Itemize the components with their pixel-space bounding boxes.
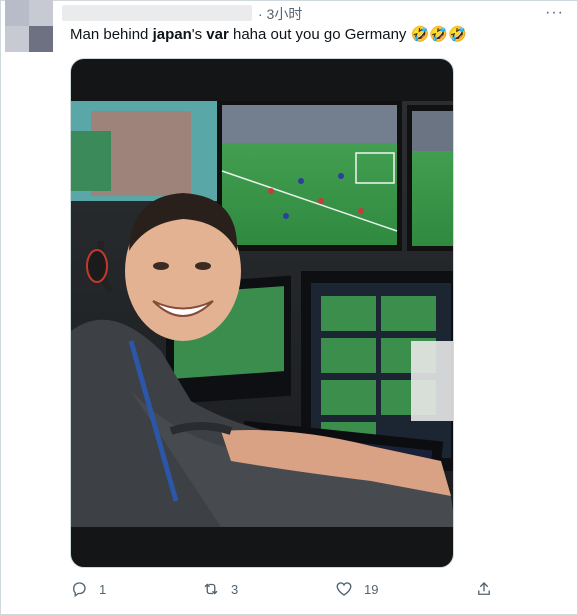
- text-segment: 's: [191, 26, 207, 43]
- tweet-text: Man behind japan's var haha out you go G…: [70, 25, 467, 45]
- retweet-button[interactable]: 3: [202, 580, 238, 598]
- avatar[interactable]: [5, 0, 53, 52]
- more-icon[interactable]: ···: [545, 4, 564, 22]
- retweet-icon: [204, 583, 218, 595]
- avatar-pixel: [5, 0, 29, 26]
- tweet-image[interactable]: [70, 58, 454, 568]
- share-button[interactable]: [475, 580, 493, 598]
- reply-count: 1: [99, 581, 107, 597]
- retweet-count: 3: [231, 581, 239, 597]
- hashtag-like-bold: japan: [152, 26, 192, 43]
- like-button[interactable]: 19: [335, 580, 378, 598]
- redacted-username[interactable]: [62, 5, 252, 21]
- avatar-pixel: [29, 26, 53, 52]
- tweet-actions: 1 3 19: [70, 580, 500, 602]
- like-count: 19: [364, 581, 379, 597]
- laughing-emoji: 🤣🤣🤣: [410, 26, 467, 43]
- text-segment: haha out you go Germany: [228, 26, 411, 43]
- text-segment: Man behind: [70, 26, 153, 43]
- bold-word: var: [206, 26, 229, 43]
- heart-icon: [336, 582, 352, 596]
- var-room-photo: [71, 101, 453, 527]
- reply-button[interactable]: 1: [70, 580, 106, 598]
- reply-icon: [73, 582, 86, 598]
- share-icon: [478, 582, 490, 595]
- tweet-timestamp[interactable]: · 3小时: [258, 4, 302, 24]
